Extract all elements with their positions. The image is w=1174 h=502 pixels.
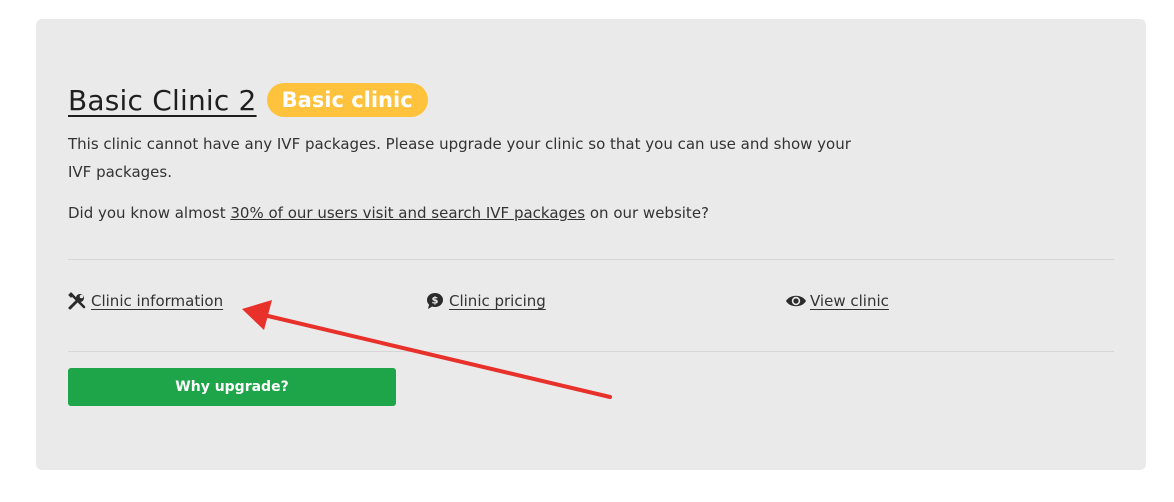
view-clinic-label: View clinic <box>810 292 889 310</box>
did-you-know-text: Did you know almost 30% of our users vis… <box>68 199 709 227</box>
clinic-pricing-link[interactable]: $ Clinic pricing <box>425 291 546 311</box>
did-you-know-prefix: Did you know almost <box>68 204 231 222</box>
dollar-bubble-icon: $ <box>425 291 445 311</box>
clinic-card: Basic Clinic 2 Basic clinic This clinic … <box>36 19 1146 470</box>
clinic-title-link[interactable]: Basic Clinic 2 <box>68 84 257 117</box>
tools-icon <box>67 291 87 311</box>
clinic-information-label: Clinic information <box>91 292 224 310</box>
upgrade-description: This clinic cannot have any IVF packages… <box>68 135 851 181</box>
plan-badge: Basic clinic <box>266 83 428 117</box>
svg-text:$: $ <box>432 296 439 307</box>
view-clinic-link[interactable]: View clinic <box>784 291 889 311</box>
divider-bottom <box>68 351 1114 352</box>
clinic-information-link[interactable]: Clinic information <box>67 291 223 311</box>
divider-top <box>68 259 1114 260</box>
clinic-pricing-label: Clinic pricing <box>449 292 546 310</box>
title-row: Basic Clinic 2 Basic clinic <box>68 83 428 117</box>
why-upgrade-button[interactable]: Why upgrade? <box>68 368 396 406</box>
eye-icon <box>784 291 808 311</box>
ivf-stats-link[interactable]: 30% of our users visit and search IVF pa… <box>230 204 585 222</box>
did-you-know-suffix: on our website? <box>585 204 710 222</box>
